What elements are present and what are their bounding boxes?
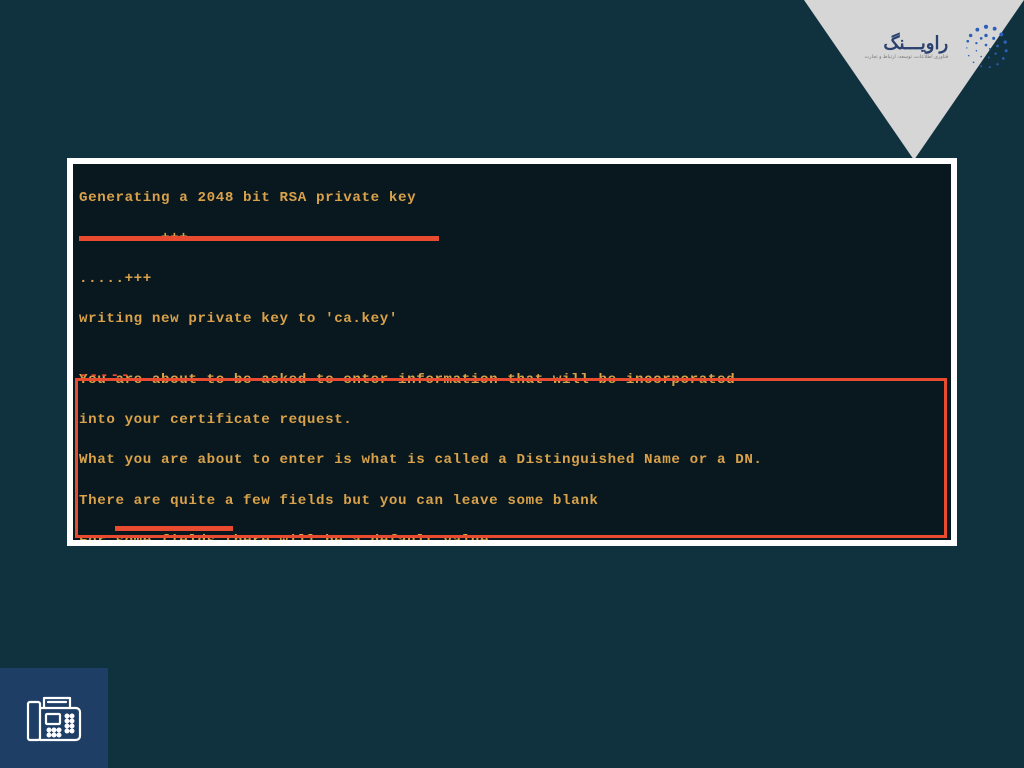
terminal-line: .....+++ xyxy=(79,269,945,289)
terminal-line: into your certificate request. xyxy=(79,410,945,430)
terminal-line: For some fields there will be a default … xyxy=(79,531,945,540)
terminal-line: Generating a 2048 bit RSA private key xyxy=(79,188,945,208)
terminal-line: What you are about to enter is what is c… xyxy=(79,450,945,470)
terminal-line: writing new private key to 'ca.key' xyxy=(79,309,945,329)
terminal-output[interactable]: Generating a 2048 bit RSA private key ..… xyxy=(73,164,951,540)
highlight-underline xyxy=(115,526,233,531)
fax-phone-icon xyxy=(22,684,86,752)
terminal-line: There are quite a few fields but you can… xyxy=(79,491,945,511)
highlight-underline xyxy=(79,236,439,241)
terminal-frame: Generating a 2048 bit RSA private key ..… xyxy=(67,158,957,546)
logo-tagline: فناوری اطلاعات، توسعه، ارتباط و تجارت xyxy=(864,54,948,60)
terminal-line: You are about to be asked to enter infor… xyxy=(79,370,945,390)
logo-name: راویـــنگ xyxy=(864,33,948,54)
logo-dot-icon xyxy=(962,22,1010,70)
phone-badge xyxy=(0,668,108,768)
highlight-dashes: ----- xyxy=(79,366,132,386)
brand-logo: راویـــنگ فناوری اطلاعات، توسعه، ارتباط … xyxy=(860,22,1010,70)
